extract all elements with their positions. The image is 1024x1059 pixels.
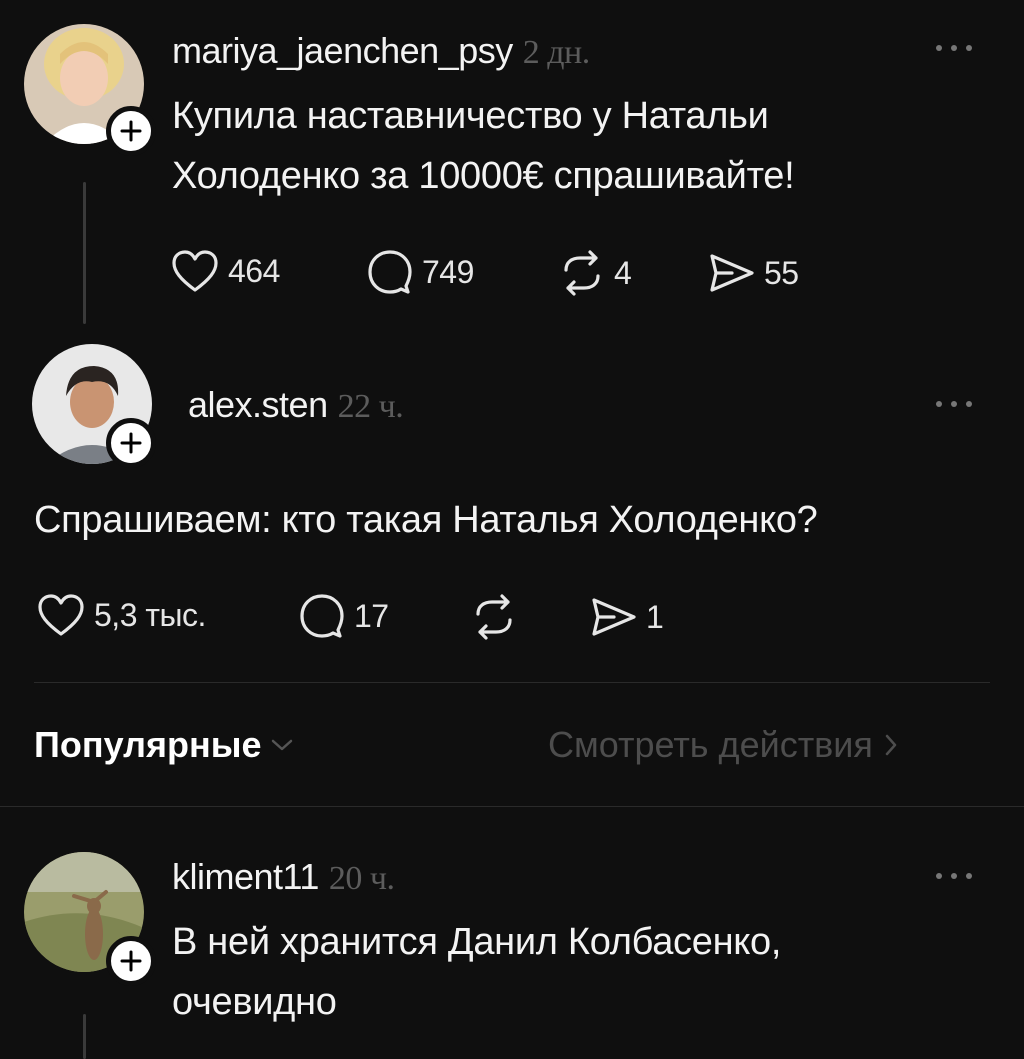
username-text[interactable]: alex.sten bbox=[188, 384, 328, 425]
like-button[interactable]: 5,3 тыс. bbox=[36, 592, 206, 638]
comment-button[interactable]: 17 bbox=[298, 592, 389, 640]
more-icon bbox=[936, 401, 942, 407]
divider bbox=[34, 682, 990, 683]
repost-icon bbox=[564, 250, 600, 296]
post-author[interactable]: alex.sten 22 ч. bbox=[188, 384, 404, 426]
like-button[interactable]: 464 bbox=[170, 248, 280, 294]
share-button[interactable]: 1 bbox=[588, 594, 664, 640]
post-text-line: В ней хранится Данил Колбасенко, bbox=[172, 921, 782, 963]
heart-icon bbox=[172, 250, 218, 292]
heart-icon bbox=[38, 594, 84, 636]
post-author[interactable]: kliment11 20 ч. bbox=[172, 856, 395, 898]
like-count: 5,3 тыс. bbox=[94, 596, 206, 633]
chevron-down-icon bbox=[271, 739, 292, 751]
comment-count: 17 bbox=[354, 597, 389, 634]
view-activity-label: Смотреть действия bbox=[548, 724, 873, 765]
share-count: 1 bbox=[646, 598, 664, 635]
username-text[interactable]: mariya_jaenchen_psy bbox=[172, 30, 513, 71]
post-time: 2 дн. bbox=[522, 34, 591, 71]
share-count: 55 bbox=[764, 254, 799, 291]
share-button[interactable]: 55 bbox=[706, 250, 799, 296]
post-text: Купила наставничество у Натальи Холоденк… bbox=[172, 86, 795, 206]
post-text: Спрашиваем: кто такая Наталья Холоденко? bbox=[34, 490, 818, 550]
post-text-line: очевидно bbox=[172, 981, 337, 1023]
repost-count: 4 bbox=[614, 254, 632, 291]
post-text: В ней хранится Данил Колбасенко, очевидн… bbox=[172, 912, 781, 1032]
sort-label: Популярные bbox=[34, 724, 262, 765]
comment-icon bbox=[368, 250, 412, 294]
send-icon bbox=[592, 598, 636, 636]
more-button[interactable] bbox=[936, 870, 972, 882]
post-text-line: Холоденко за 10000€ спрашивайте! bbox=[172, 155, 795, 197]
post-author[interactable]: mariya_jaenchen_psy 2 дн. bbox=[172, 30, 590, 72]
like-count: 464 bbox=[228, 252, 280, 289]
plus-icon bbox=[120, 120, 142, 142]
chevron-right-icon bbox=[885, 734, 897, 756]
post-time: 22 ч. bbox=[337, 388, 404, 425]
thread-line bbox=[83, 182, 86, 324]
divider bbox=[0, 806, 1024, 807]
post-text-line: Купила наставничество у Натальи bbox=[172, 95, 769, 137]
repost-icon bbox=[476, 594, 512, 640]
comment-icon bbox=[300, 594, 344, 638]
post-text-line: Спрашиваем: кто такая Наталья Холоденко? bbox=[34, 499, 818, 541]
username-text[interactable]: kliment11 bbox=[172, 856, 319, 897]
follow-button[interactable] bbox=[106, 936, 156, 986]
follow-button[interactable] bbox=[106, 106, 156, 156]
repost-button[interactable]: 4 bbox=[558, 250, 632, 296]
comment-count: 749 bbox=[422, 253, 474, 290]
more-icon bbox=[936, 45, 942, 51]
view-activity-link[interactable]: Смотреть действия bbox=[548, 724, 899, 766]
more-button[interactable] bbox=[936, 42, 972, 54]
more-icon bbox=[936, 873, 942, 879]
sort-dropdown[interactable]: Популярные bbox=[34, 724, 294, 766]
follow-button[interactable] bbox=[106, 418, 156, 468]
comment-button[interactable]: 749 bbox=[366, 248, 474, 296]
repost-button[interactable] bbox=[470, 594, 526, 640]
send-icon bbox=[710, 254, 754, 292]
thread-line bbox=[83, 1014, 86, 1059]
plus-icon bbox=[120, 432, 142, 454]
plus-icon bbox=[120, 950, 142, 972]
post-time: 20 ч. bbox=[328, 860, 395, 897]
more-button[interactable] bbox=[936, 398, 972, 410]
